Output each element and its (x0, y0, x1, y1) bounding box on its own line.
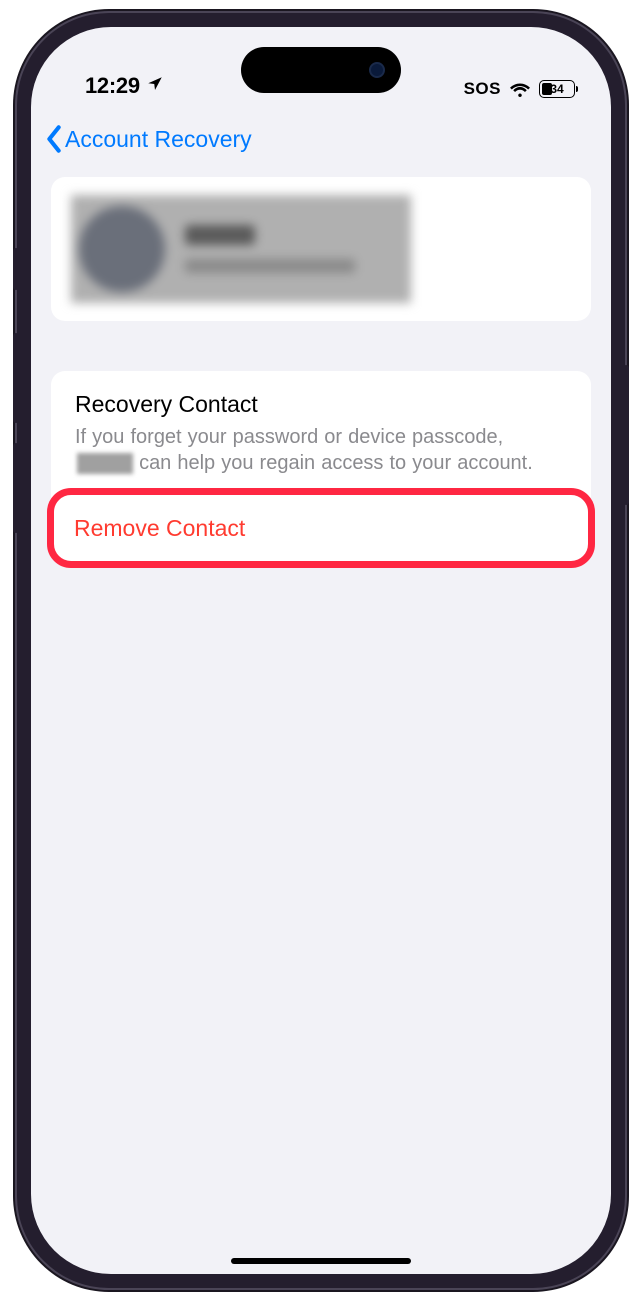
phone-screen: 12:29 SOS 34 (31, 27, 611, 1274)
home-indicator[interactable] (231, 1258, 411, 1264)
avatar (79, 206, 165, 292)
back-label: Account Recovery (65, 126, 252, 153)
power-button (623, 365, 629, 505)
wifi-icon (509, 81, 531, 97)
battery-percent: 34 (540, 82, 574, 96)
volume-down-button (13, 443, 19, 533)
phone-frame: 12:29 SOS 34 (17, 13, 625, 1288)
contact-card[interactable] (51, 177, 591, 321)
redacted-name (185, 225, 255, 245)
silent-switch (13, 248, 19, 290)
desc-part2: can help you regain access to your accou… (139, 452, 533, 474)
desc-part1: If you forget your password or device pa… (75, 426, 503, 448)
volume-up-button (13, 333, 19, 423)
section-description: If you forget your password or device pa… (75, 424, 567, 476)
location-arrow-icon (146, 73, 164, 99)
redacted-name-inline (77, 453, 133, 474)
remove-contact-button[interactable]: Remove Contact (74, 515, 245, 542)
back-button[interactable]: Account Recovery (45, 125, 252, 153)
battery-icon: 34 (539, 80, 575, 98)
recovery-section: Recovery Contact If you forget your pass… (51, 371, 591, 562)
section-title: Recovery Contact (75, 391, 567, 418)
status-right: SOS 34 (464, 79, 575, 99)
dynamic-island (241, 47, 401, 93)
status-left: 12:29 (85, 73, 164, 99)
content-area: Recovery Contact If you forget your pass… (31, 177, 611, 562)
nav-header: Account Recovery (31, 105, 611, 177)
chevron-left-icon (45, 125, 63, 153)
front-camera (369, 62, 385, 78)
clock-text: 12:29 (85, 73, 140, 99)
redacted-contact-info (71, 195, 411, 303)
redacted-detail (185, 259, 355, 273)
redacted-text (185, 225, 355, 273)
sos-text: SOS (464, 79, 501, 99)
